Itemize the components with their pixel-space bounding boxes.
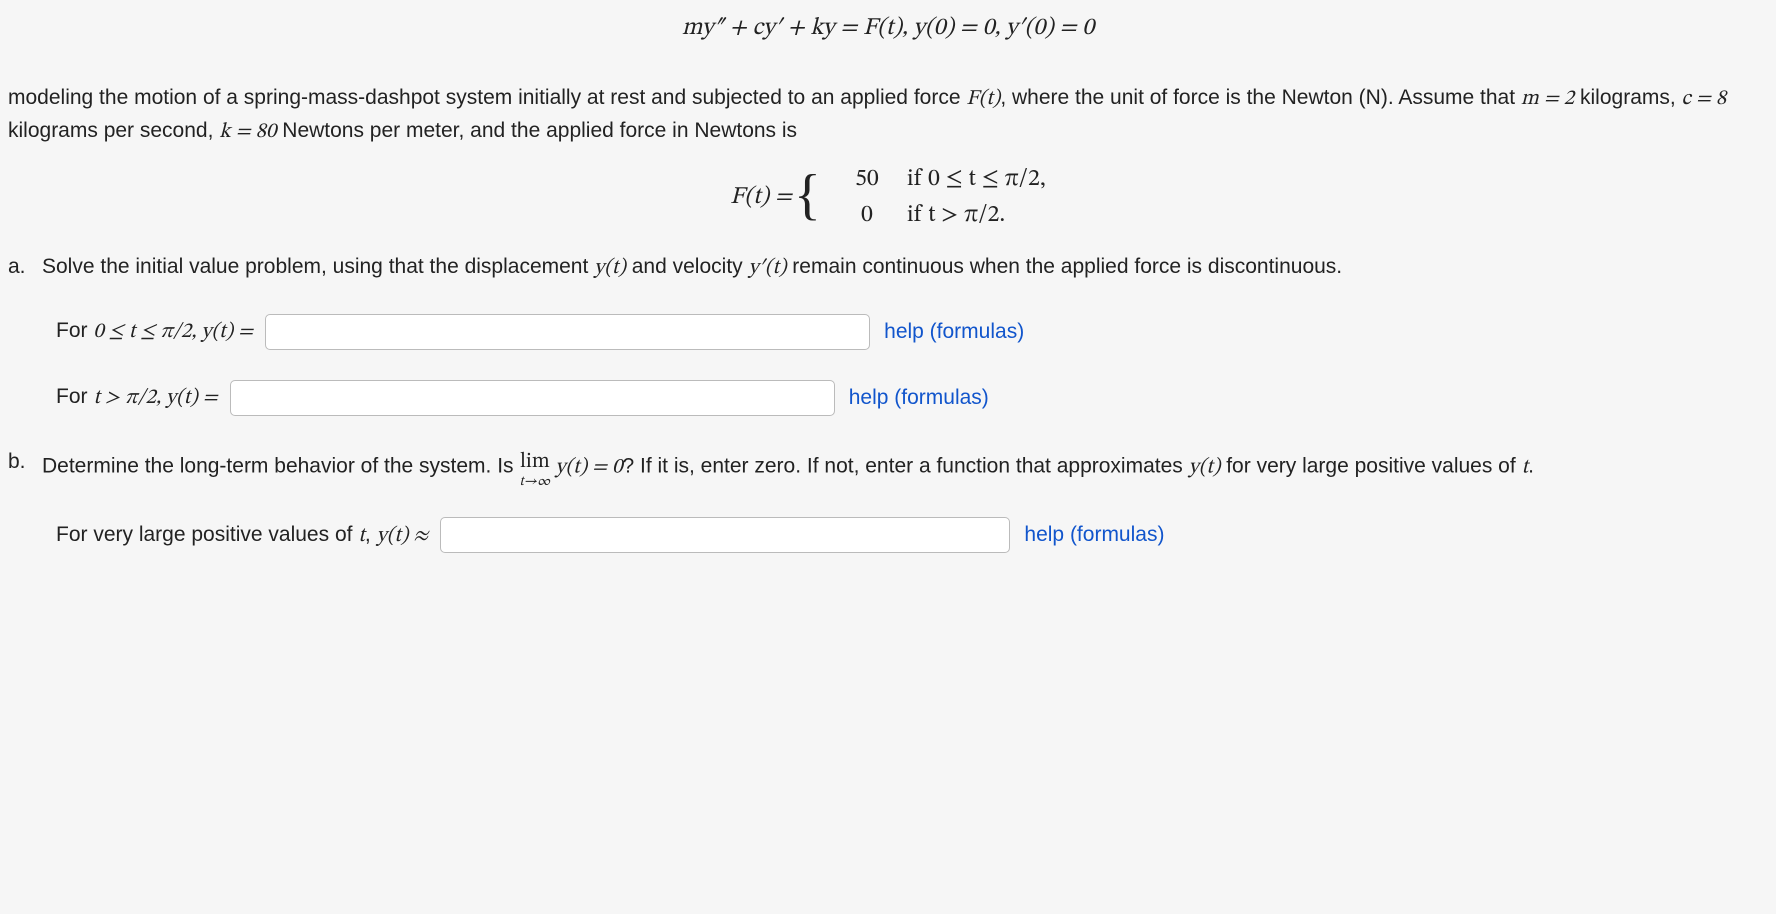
left-brace-icon: { xyxy=(794,167,821,223)
help-link-1[interactable]: help (formulas) xyxy=(884,316,1024,348)
answer3-label: For very large positive values of t, y(t… xyxy=(56,519,428,552)
text: ? If it is, enter zero. If not, enter a … xyxy=(622,454,1188,477)
text: , where the unit of force is the Newton … xyxy=(1000,86,1521,109)
math-ypt: y′(t) xyxy=(749,257,787,278)
math: y(t) ≈ xyxy=(377,525,429,546)
text: for very large positive values of xyxy=(1220,454,1521,477)
math: y(t) = 0 xyxy=(550,456,622,477)
text: remain continuous when the applied force… xyxy=(786,255,1342,278)
answer-row-3: For very large positive values of t, y(t… xyxy=(56,517,1768,553)
part-b-text: Determine the long-term behavior of the … xyxy=(42,446,1534,488)
piecewise-definition: F(t) = { 50 if 0 ≤ t ≤ π/2, 0 if t > π/2… xyxy=(8,161,1768,233)
text: , xyxy=(365,523,377,546)
answer1-input[interactable] xyxy=(265,314,870,350)
answer2-label: For t > π/2, y(t) = xyxy=(56,381,218,414)
case1-condition: if 0 ≤ t ≤ π/2, xyxy=(907,161,1046,197)
case2-condition: if t > π/2. xyxy=(907,197,1005,233)
answer2-input[interactable] xyxy=(230,380,835,416)
part-b: b. Determine the long-term behavior of t… xyxy=(8,446,1768,488)
part-b-label: b. xyxy=(8,446,42,488)
math-t: t xyxy=(358,525,365,546)
math-yt: y(t) xyxy=(594,257,626,278)
math-Ft: F(t) xyxy=(966,88,1000,109)
help-link-3[interactable]: help (formulas) xyxy=(1024,519,1164,551)
text: Determine the long-term behavior of the … xyxy=(42,454,519,477)
text: . xyxy=(1528,454,1534,477)
text: kilograms, xyxy=(1574,86,1681,109)
part-a-label: a. xyxy=(8,251,42,284)
answer1-label: For 0 ≤ t ≤ π/2, y(t) = xyxy=(56,315,253,348)
answer-row-2: For t > π/2, y(t) = help (formulas) xyxy=(56,380,1768,416)
case1-value: 50 xyxy=(827,161,907,197)
ode-equation: my″ + cy′ + ky = F(t), y(0) = 0, y′(0) =… xyxy=(8,10,1768,46)
part-a: a. Solve the initial value problem, usin… xyxy=(8,251,1768,284)
answer-row-1: For 0 ≤ t ≤ π/2, y(t) = help (formulas) xyxy=(56,314,1768,350)
math-k: k = 80 xyxy=(219,121,276,142)
text: Newtons per meter, and the applied force… xyxy=(276,119,797,142)
math-yt: y(t) xyxy=(1189,456,1221,477)
answer3-input[interactable] xyxy=(440,517,1010,553)
text: For very large positive values of xyxy=(56,523,358,546)
text: modeling the motion of a spring-mass-das… xyxy=(8,86,966,109)
math-m: m = 2 xyxy=(1521,88,1574,109)
limit-notation: limt→∞ xyxy=(519,446,550,488)
math-c: c = 8 xyxy=(1682,88,1727,109)
help-link-2[interactable]: help (formulas) xyxy=(849,382,989,414)
problem-description: modeling the motion of a spring-mass-das… xyxy=(8,82,1768,147)
Ft-equals: F(t) = xyxy=(730,179,792,215)
text: Solve the initial value problem, using t… xyxy=(42,255,594,278)
part-a-text: Solve the initial value problem, using t… xyxy=(42,251,1342,284)
text: kilograms per second, xyxy=(8,119,219,142)
case2-value: 0 xyxy=(827,197,907,233)
text: and velocity xyxy=(626,255,749,278)
text: For xyxy=(56,385,93,408)
text: For xyxy=(56,319,93,342)
math: 0 ≤ t ≤ π/2, y(t) = xyxy=(93,321,253,342)
math: t > π/2, y(t) = xyxy=(93,387,217,408)
